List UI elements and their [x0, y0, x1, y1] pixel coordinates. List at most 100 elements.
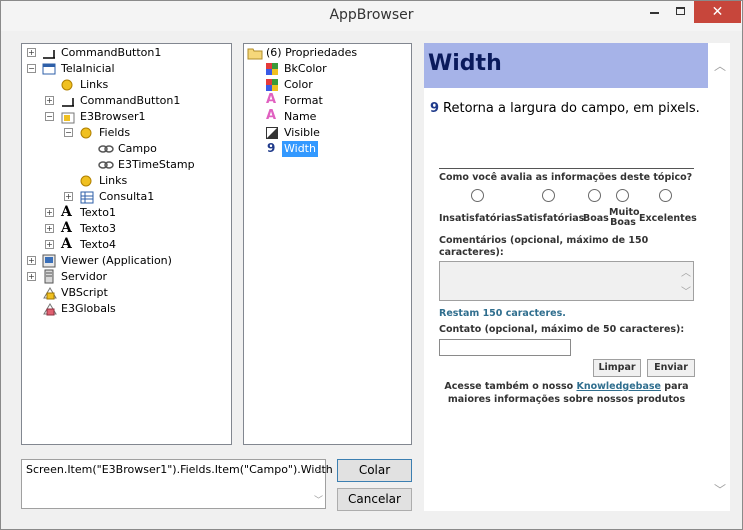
expression-text: Screen.Item("E3Browser1").Fields.Item("C… [26, 463, 333, 476]
property-item-format[interactable]: A Format [244, 93, 411, 109]
tree-item-e3globals[interactable]: E3Globals [22, 301, 231, 317]
property-item-color[interactable]: Color [244, 77, 411, 93]
tree-item-commandbutton1-child[interactable]: + CommandButton1 [22, 93, 231, 109]
collapse-icon[interactable]: − [64, 128, 73, 137]
tree-item-label: VBScript [61, 286, 108, 299]
tree-item-label: Texto4 [80, 238, 116, 251]
property-item-width[interactable]: 9 Width [244, 141, 411, 157]
viewer-icon [42, 254, 56, 268]
property-label-selected: Width [282, 141, 318, 157]
tree-item-viewer[interactable]: + Viewer (Application) [22, 253, 231, 269]
help-description-text: Retorna a largura do campo, em pixels. [443, 101, 700, 116]
tree-item-telainicial[interactable]: − TelaInicial [22, 61, 231, 77]
remaining-characters: Restam 150 caracteres. [439, 308, 566, 319]
color-property-icon [266, 79, 280, 93]
scroll-up-icon[interactable]: ︿ [314, 462, 323, 475]
expression-box[interactable]: Screen.Item("E3Browser1").Fields.Item("C… [21, 459, 333, 509]
rating-radio-muito-boas[interactable] [616, 189, 629, 202]
tree-item-label: Consulta1 [99, 190, 155, 203]
property-label: Color [284, 78, 313, 91]
properties-header[interactable]: (6) Propriedades [244, 45, 411, 61]
minimize-button[interactable] [642, 1, 668, 23]
numeric-property-icon: 9 [267, 141, 276, 155]
tree-item-label: Viewer (Application) [61, 254, 172, 267]
rating-label-muito-boas: Muito Boas [609, 207, 640, 228]
property-label: Visible [284, 126, 320, 139]
expand-icon[interactable]: + [64, 192, 73, 201]
kb-text-before: Acesse também o nosso [444, 381, 574, 392]
contact-input[interactable] [439, 339, 571, 356]
title-bar: AppBrowser ✕ [1, 1, 742, 31]
expand-icon[interactable]: + [45, 208, 54, 217]
expand-icon[interactable]: + [45, 240, 54, 249]
globals-icon [42, 302, 57, 316]
color-property-icon [266, 63, 280, 77]
tree-item-e3browser1[interactable]: − E3Browser1 [22, 109, 231, 125]
help-scrollbar[interactable]: ︿ ﹀ [709, 43, 729, 511]
help-title: Width [428, 51, 502, 76]
knowledgebase-link[interactable]: Knowledgebase [576, 381, 660, 392]
expand-icon[interactable]: + [45, 96, 54, 105]
expand-icon[interactable]: + [27, 48, 36, 57]
cancel-button[interactable]: Cancelar [337, 488, 412, 511]
collapse-icon[interactable]: − [45, 112, 54, 121]
expand-icon[interactable]: + [27, 272, 36, 281]
clear-button[interactable]: Limpar [593, 359, 641, 377]
tree-item-links[interactable]: Links [22, 77, 231, 93]
tree-item-texto3[interactable]: + A Texto3 [22, 221, 231, 237]
rating-radio-insatisfatorias[interactable] [471, 189, 484, 202]
tree-item-commandbutton1[interactable]: + CommandButton1 [22, 45, 231, 61]
expand-icon[interactable]: + [27, 256, 36, 265]
tree-item-servidor[interactable]: + Servidor [22, 269, 231, 285]
property-item-name[interactable]: A Name [244, 109, 411, 125]
tree-item-label: E3Globals [61, 302, 116, 315]
tree-item-consulta1[interactable]: + Consulta1 [22, 189, 231, 205]
help-description: 9 Retorna a largura do campo, em pixels. [430, 101, 700, 116]
expand-icon[interactable]: + [45, 224, 54, 233]
tree-item-label: Texto3 [80, 222, 116, 235]
fields-icon [80, 127, 94, 141]
tree-item-links-child[interactable]: Links [22, 173, 231, 189]
numeric-type-icon: 9 [430, 101, 440, 116]
scroll-down-icon[interactable]: ﹀ [714, 481, 726, 498]
text-icon: A [61, 220, 72, 236]
tree-item-label: TelaInicial [61, 62, 115, 75]
close-button[interactable]: ✕ [694, 1, 741, 23]
tree-item-label: CommandButton1 [61, 46, 162, 59]
scroll-up-icon[interactable]: ︿ [681, 264, 691, 279]
tree-item-vbscript[interactable]: VBScript [22, 285, 231, 301]
tree-item-texto1[interactable]: + A Texto1 [22, 205, 231, 221]
server-icon [42, 269, 56, 284]
tree-item-texto4[interactable]: + A Texto4 [22, 237, 231, 253]
e3browser-icon [61, 110, 75, 124]
property-label: Format [284, 94, 323, 107]
property-item-visible[interactable]: Visible [244, 125, 411, 141]
object-tree[interactable]: + CommandButton1 − TelaInicial Links + C… [21, 43, 232, 445]
property-item-bkcolor[interactable]: BkColor [244, 61, 411, 77]
tree-item-label: E3TimeStamp [118, 158, 195, 171]
rating-radio-satisfatorias[interactable] [542, 189, 555, 202]
send-button[interactable]: Enviar [647, 359, 695, 377]
field-link-icon [98, 158, 114, 172]
scroll-down-icon[interactable]: ﹀ [314, 493, 323, 506]
rating-radio-excelentes[interactable] [659, 189, 672, 202]
boolean-property-icon [266, 127, 280, 141]
tree-item-e3timestamp[interactable]: E3TimeStamp [22, 157, 231, 173]
properties-list[interactable]: (6) Propriedades BkColor Color A Format … [243, 43, 412, 445]
tree-item-label: Servidor [61, 270, 108, 283]
links-icon [61, 79, 75, 93]
comments-textarea[interactable]: ︿ ﹀ [439, 261, 694, 301]
help-pane: Width 9 Retorna a largura do campo, em pi… [424, 43, 730, 511]
rating-radio-boas[interactable] [588, 189, 601, 202]
maximize-button[interactable] [668, 1, 694, 23]
scroll-down-icon[interactable]: ﹀ [681, 283, 691, 298]
tree-item-label: Links [99, 174, 128, 187]
tree-item-fields[interactable]: − Fields [22, 125, 231, 141]
maximize-icon [676, 7, 685, 15]
command-button-icon [61, 94, 75, 108]
tree-item-label: Links [80, 78, 109, 91]
scroll-up-icon[interactable]: ︿ [714, 57, 726, 74]
paste-button[interactable]: Colar [337, 459, 412, 482]
tree-item-campo[interactable]: Campo [22, 141, 231, 157]
collapse-icon[interactable]: − [27, 64, 36, 73]
